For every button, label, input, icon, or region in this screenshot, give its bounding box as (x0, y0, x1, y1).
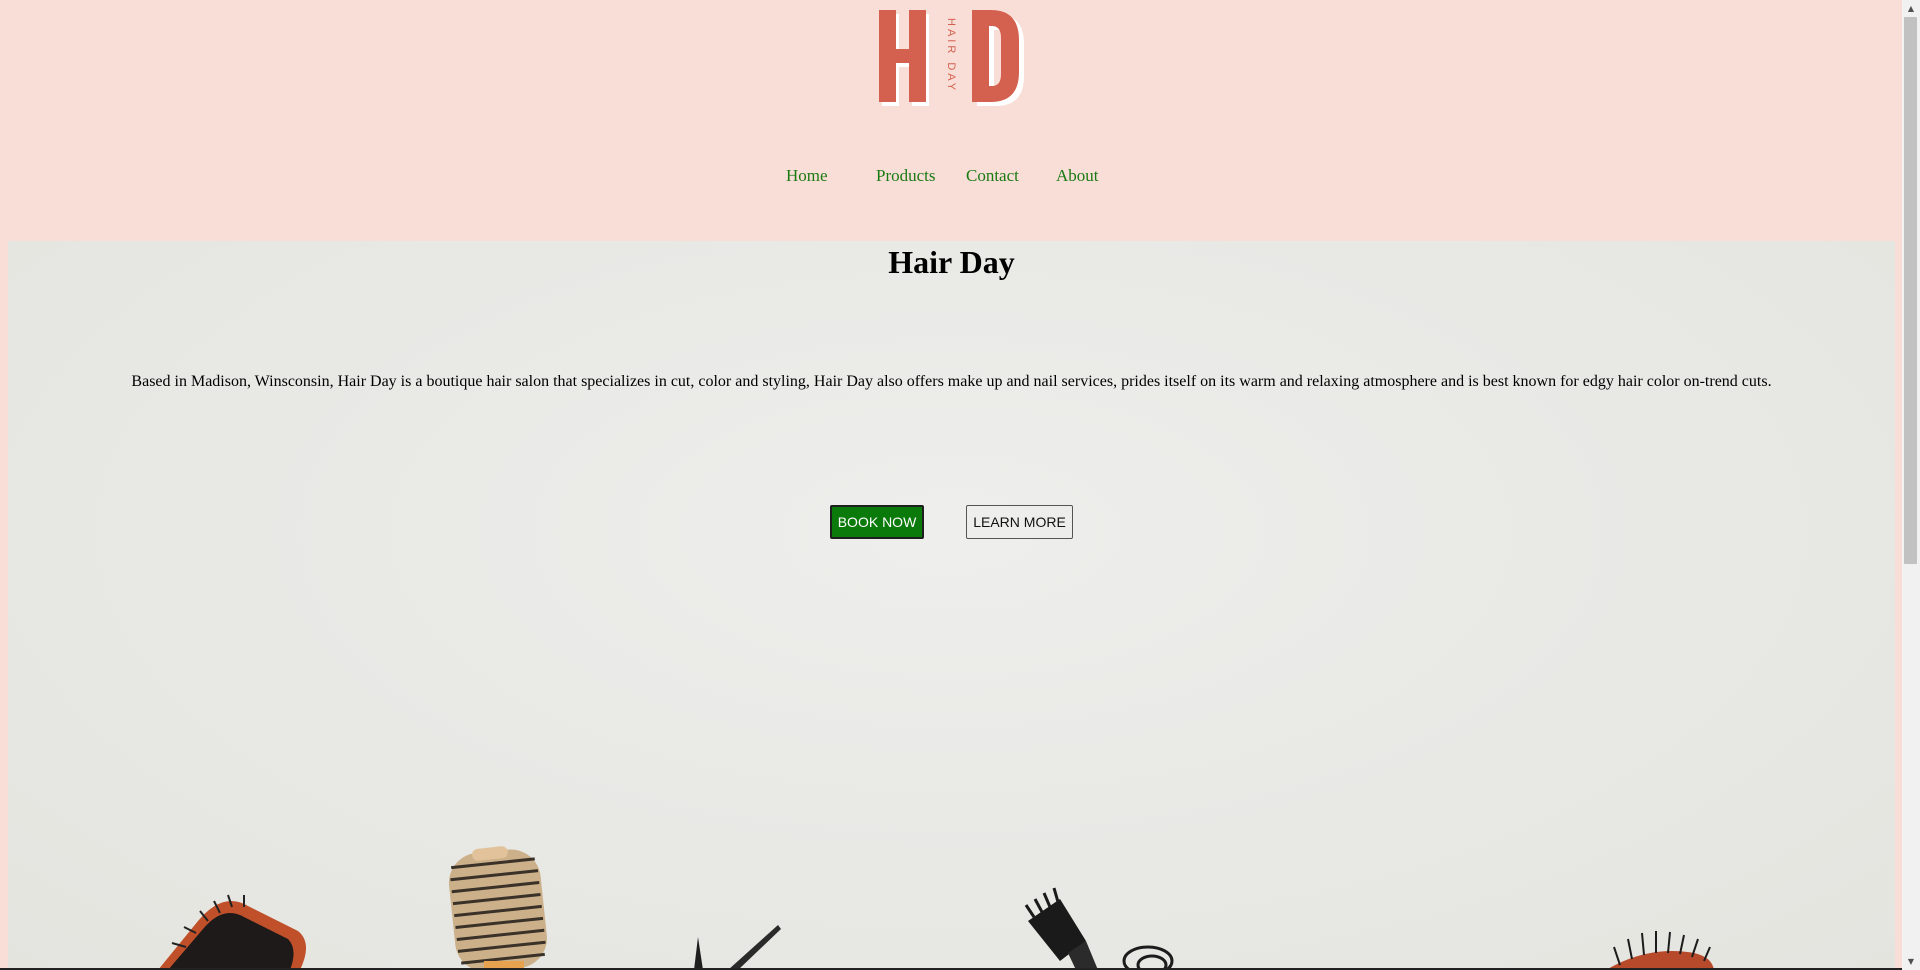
vertical-scrollbar[interactable]: ▲ ▼ (1902, 0, 1920, 970)
nav-home[interactable]: Home (786, 166, 828, 186)
round-brush-icon (448, 846, 547, 970)
scroll-down-arrow-icon[interactable]: ▼ (1902, 953, 1920, 970)
hero-description: Based in Madison, Winsconsin, Hair Day i… (131, 373, 1772, 390)
brand-logo[interactable]: HAIR DAY (876, 6, 1028, 110)
learn-more-button[interactable]: LEARN MORE (966, 505, 1073, 539)
hair-clip-icon (1122, 945, 1174, 970)
hair-tools-image (158, 846, 1714, 970)
book-now-button[interactable]: BOOK NOW (830, 505, 924, 539)
paddle-brush-icon (158, 894, 307, 970)
scissors-icon (694, 925, 781, 970)
nav-products[interactable]: Products (876, 166, 936, 186)
logo-tagline: HAIR DAY (945, 18, 957, 93)
scroll-thumb[interactable] (1904, 17, 1917, 564)
main-nav: Home Products Contact About (0, 166, 1902, 190)
bristle-brush-icon (1606, 931, 1714, 970)
page: HAIR DAY Home Products Contact About Hai… (0, 0, 1902, 970)
hero-title: Hair Day (888, 244, 1015, 280)
scroll-up-arrow-icon[interactable]: ▲ (1902, 0, 1920, 17)
nav-about[interactable]: About (1056, 166, 1099, 186)
tint-brush-icon (1024, 887, 1098, 970)
nav-contact[interactable]: Contact (966, 166, 1019, 186)
hero-section: Hair Day Based in Madison, Winsconsin, H… (8, 241, 1895, 970)
logo-mark: HAIR DAY (879, 10, 1024, 106)
